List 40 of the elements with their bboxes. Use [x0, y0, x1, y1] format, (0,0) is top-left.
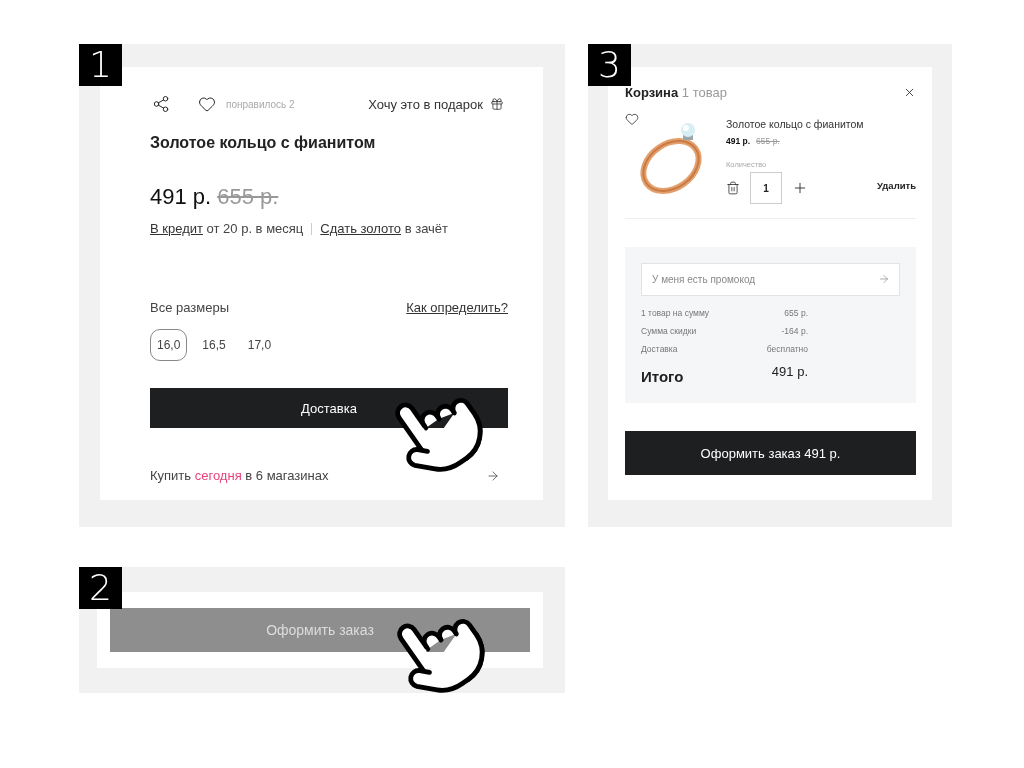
promo-field[interactable]: У меня есть промокод: [641, 263, 900, 296]
product-title: Золотое кольцо с фианитом: [150, 134, 377, 152]
credit-note: В кредит от 20 р. в месяц: [150, 221, 304, 236]
item-price: 491 р.: [726, 136, 751, 146]
trade-in-note: Сдать золото в зачёт: [320, 221, 449, 236]
trash-icon[interactable]: [726, 181, 740, 195]
size-guide-link[interactable]: Как определить?: [406, 300, 508, 315]
total-label: Итого: [641, 368, 684, 385]
checkout-button[interactable]: Оформить заказ 491 р.: [625, 431, 916, 475]
summary-value: бесплатно: [766, 344, 808, 354]
arrow-icon[interactable]: [486, 468, 500, 483]
item-name: Золотое кольцо с фианитом: [726, 118, 865, 130]
close-icon[interactable]: [903, 86, 916, 99]
summary-label: 1 товар на сумму: [641, 308, 710, 318]
size-option[interactable]: 16,0: [150, 329, 188, 361]
price: 491 р.: [150, 184, 212, 210]
step-number: 1: [79, 44, 122, 86]
likes-count: понравилось 2: [226, 98, 295, 110]
summary-label: Сумма скидки: [641, 326, 697, 336]
store-availability: Купить сегодня в 6 магазинах: [150, 468, 329, 483]
step-number: 2: [79, 567, 122, 609]
remove-button[interactable]: Удалить: [877, 180, 916, 191]
old-price: 655 р.: [217, 184, 279, 210]
item-old-price: 655 р.: [756, 136, 780, 146]
trade-in-link[interactable]: Сдать золото: [320, 221, 402, 236]
summary-value: -164 р.: [781, 326, 808, 336]
quantity-field[interactable]: 1: [750, 172, 782, 204]
total-value: 491 р.: [771, 364, 808, 381]
summary-value: 655 р.: [784, 308, 808, 318]
cart-title: Корзина 1 товар: [625, 85, 727, 100]
plus-icon[interactable]: [792, 180, 808, 196]
heart-icon[interactable]: [625, 112, 639, 126]
credit-link[interactable]: В кредит: [150, 221, 203, 236]
gift-icon[interactable]: [490, 97, 504, 111]
share-icon[interactable]: [152, 95, 170, 113]
step-number: 3: [588, 44, 631, 86]
summary-label: Доставка: [641, 344, 678, 354]
sizes-label: Все размеры: [150, 300, 230, 315]
gift-link[interactable]: Хочу это в подарок: [368, 96, 483, 112]
heart-icon[interactable]: [198, 95, 216, 113]
